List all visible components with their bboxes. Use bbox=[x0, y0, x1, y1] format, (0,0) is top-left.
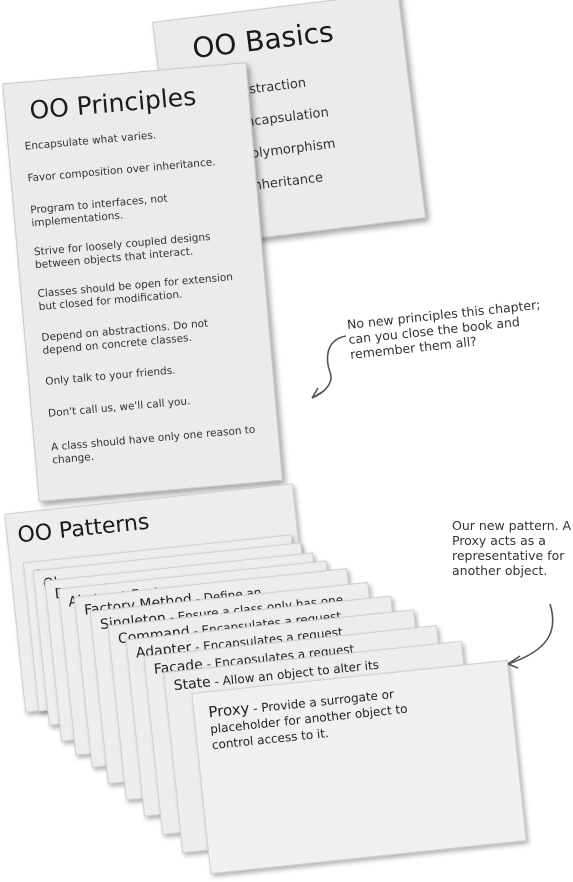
proxy-desc: - Provide a surrogate or placeholder for… bbox=[209, 686, 409, 753]
basics-item-polymorphism: Polymorphism bbox=[243, 136, 337, 163]
pattern-card-proxy: Proxy - Provide a surrogate or placehold… bbox=[191, 659, 527, 875]
principle-4: Strive for loosely coupled designs betwe… bbox=[33, 230, 212, 272]
principle-2: Favor composition over inheritance. bbox=[27, 156, 216, 185]
oo-basics-title: OO Basics bbox=[190, 15, 336, 66]
principle-5: Classes should be open for extension but… bbox=[37, 271, 234, 314]
proxy-text: Proxy - Provide a surrogate or placehold… bbox=[208, 680, 442, 753]
oo-principles-card: OO Principles Encapsulate what varies. F… bbox=[2, 62, 283, 502]
principle-3: Program to interfaces, not implementatio… bbox=[29, 192, 169, 230]
principle-1: Encapsulate what varies. bbox=[24, 129, 157, 153]
principle-7: Only talk to your friends. bbox=[44, 364, 176, 388]
oo-principles-title: OO Principles bbox=[28, 81, 198, 126]
principles-arrow-icon bbox=[311, 335, 347, 399]
principle-6: Depend on abstractions. Do not depend on… bbox=[40, 317, 209, 357]
principle-9: A class should have only one reason to c… bbox=[50, 423, 256, 467]
pattern-note: Our new pattern. A Proxy acts as a repre… bbox=[452, 518, 572, 578]
oo-patterns-title: OO Patterns bbox=[16, 509, 151, 549]
principle-8: Don't call us, we'll call you. bbox=[47, 395, 191, 420]
basics-item-inheritance: Inheritance bbox=[248, 170, 324, 195]
principles-note: No new principles this chapter; can you … bbox=[346, 296, 542, 362]
